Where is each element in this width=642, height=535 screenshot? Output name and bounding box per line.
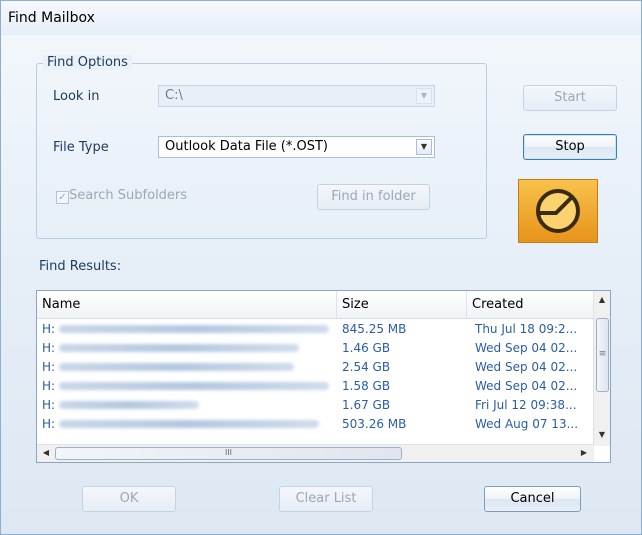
horizontal-grip: III (224, 448, 233, 457)
row-created: Wed Sep 04 02... (475, 379, 578, 393)
outlook-clock-logo (518, 179, 598, 243)
table-row[interactable]: H: 1.67 GB Fri Jul 12 09:38... (37, 396, 594, 414)
look-in-combobox[interactable]: C:\ ▼ (158, 85, 435, 107)
redacted-path (59, 344, 299, 352)
file-type-value: Outlook Data File (*.OST) (165, 139, 329, 154)
row-created: Wed Sep 04 02... (475, 360, 578, 374)
horizontal-scroll-thumb[interactable]: III (55, 447, 402, 460)
vertical-scroll-thumb[interactable]: ≡ (596, 318, 609, 392)
horizontal-scrollbar[interactable]: ◀ III ▶ (37, 444, 594, 462)
redacted-path (59, 420, 319, 428)
scroll-down-icon[interactable]: ▼ (595, 430, 609, 439)
results-rows: H: 845.25 MB Thu Jul 18 09:2... H: 1.46 … (37, 318, 594, 446)
row-created: Thu Jul 18 09:2... (475, 322, 578, 336)
table-row[interactable]: H: 503.26 MB Wed Aug 07 13... (37, 415, 594, 433)
redacted-path (59, 363, 294, 371)
row-name: H: (42, 398, 56, 412)
redacted-path (59, 382, 329, 390)
table-row[interactable]: H: 2.54 GB Wed Sep 04 02... (37, 358, 594, 376)
row-created: Wed Sep 04 02... (475, 341, 578, 355)
clear-list-button[interactable]: Clear List (279, 486, 373, 512)
row-created: Wed Aug 07 13... (475, 417, 579, 431)
find-mailbox-dialog: Find Mailbox Find Options Look in C:\ ▼ … (0, 0, 642, 535)
row-name: H: (42, 379, 56, 393)
scroll-left-icon[interactable]: ◀ (39, 448, 53, 457)
find-results-label: Find Results: (39, 259, 122, 274)
chevron-down-icon[interactable]: ▼ (416, 139, 432, 155)
table-header: Name Size Created (37, 291, 610, 319)
clock-icon (536, 189, 580, 233)
scroll-right-icon[interactable]: ▶ (577, 448, 591, 457)
row-size: 1.58 GB (342, 379, 391, 393)
results-table: Name Size Created H: 845.25 MB Thu Jul 1… (36, 290, 611, 463)
search-subfolders-checkbox[interactable]: ✓ (56, 191, 69, 204)
row-name: H: (42, 322, 56, 336)
redacted-path (59, 325, 329, 333)
table-row[interactable]: H: 845.25 MB Thu Jul 18 09:2... (37, 320, 594, 338)
row-size: 1.67 GB (342, 398, 391, 412)
row-size: 1.46 GB (342, 341, 391, 355)
stop-button[interactable]: Stop (523, 134, 617, 160)
title-bar[interactable]: Find Mailbox (1, 1, 641, 35)
row-name: H: (42, 417, 56, 431)
row-name: H: (42, 341, 56, 355)
scroll-up-icon[interactable]: ▲ (595, 295, 609, 304)
row-size: 845.25 MB (342, 322, 407, 336)
column-header-size[interactable]: Size (337, 291, 467, 318)
find-in-folder-button[interactable]: Find in folder (317, 184, 430, 210)
file-type-label: File Type (53, 140, 109, 155)
chevron-down-icon[interactable]: ▼ (416, 88, 432, 104)
start-button[interactable]: Start (523, 85, 617, 111)
row-name: H: (42, 360, 56, 374)
column-header-name[interactable]: Name (37, 291, 337, 318)
column-header-created[interactable]: Created (467, 291, 594, 318)
look-in-label: Look in (53, 89, 100, 104)
window-title: Find Mailbox (8, 10, 95, 26)
row-size: 503.26 MB (342, 417, 407, 431)
look-in-value: C:\ (165, 88, 183, 103)
row-created: Fri Jul 12 09:38... (475, 398, 577, 412)
redacted-path (59, 401, 199, 409)
table-row[interactable]: H: 1.58 GB Wed Sep 04 02... (37, 377, 594, 395)
row-size: 2.54 GB (342, 360, 391, 374)
file-type-combobox[interactable]: Outlook Data File (*.OST) ▼ (158, 136, 435, 158)
ok-button[interactable]: OK (82, 486, 176, 512)
cancel-button[interactable]: Cancel (484, 486, 581, 512)
table-row[interactable]: H: 1.46 GB Wed Sep 04 02... (37, 339, 594, 357)
search-subfolders-label: Search Subfolders (69, 188, 188, 203)
find-options-legend: Find Options (43, 55, 132, 70)
vertical-grip: ≡ (598, 349, 607, 359)
vertical-scrollbar[interactable]: ▲ ≡ ▼ (593, 291, 610, 446)
